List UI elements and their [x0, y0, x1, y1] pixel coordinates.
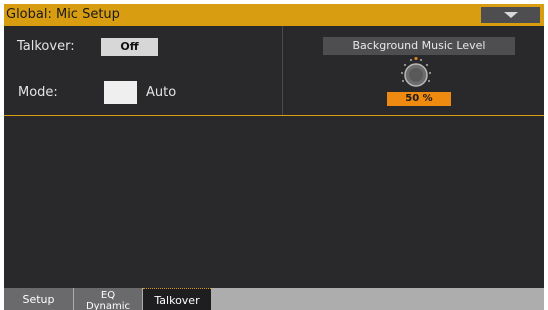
mode-label: Mode:: [18, 85, 58, 100]
background-music-level-label: Background Music Level: [323, 37, 515, 55]
tab-bar: Setup EQ Dynamic Talkover: [4, 288, 544, 310]
tab-talkover[interactable]: Talkover: [143, 288, 211, 310]
tab-eq-line1: EQ: [100, 290, 116, 301]
talkover-label: Talkover:: [17, 39, 75, 54]
tab-eq-line2: Dynamic: [85, 301, 131, 310]
page-menu-button[interactable]: [481, 7, 540, 23]
tab-talkover-label: Talkover: [154, 294, 200, 307]
knob-icon: [400, 57, 432, 87]
mode-value-label: Auto: [146, 85, 177, 100]
mic-setup-screen: Global: Mic Setup Talkover: Off Mode: Au…: [4, 4, 544, 310]
talkover-toggle-button[interactable]: Off: [101, 38, 158, 56]
tab-setup-label: Setup: [22, 293, 55, 306]
triangle-down-icon: [504, 12, 518, 18]
panel-divider: [282, 26, 283, 115]
talkover-settings-panel: Talkover: Off Mode: Auto Background Musi…: [4, 26, 544, 116]
background-music-level-knob[interactable]: [398, 56, 434, 90]
page-title: Global: Mic Setup: [6, 7, 120, 22]
tab-eq-dynamic[interactable]: EQ Dynamic: [74, 288, 142, 310]
mode-checkbox[interactable]: [104, 81, 137, 104]
title-bar: Global: Mic Setup: [4, 4, 544, 26]
tab-setup[interactable]: Setup: [4, 288, 73, 310]
background-music-level-value: 50 %: [387, 92, 451, 106]
